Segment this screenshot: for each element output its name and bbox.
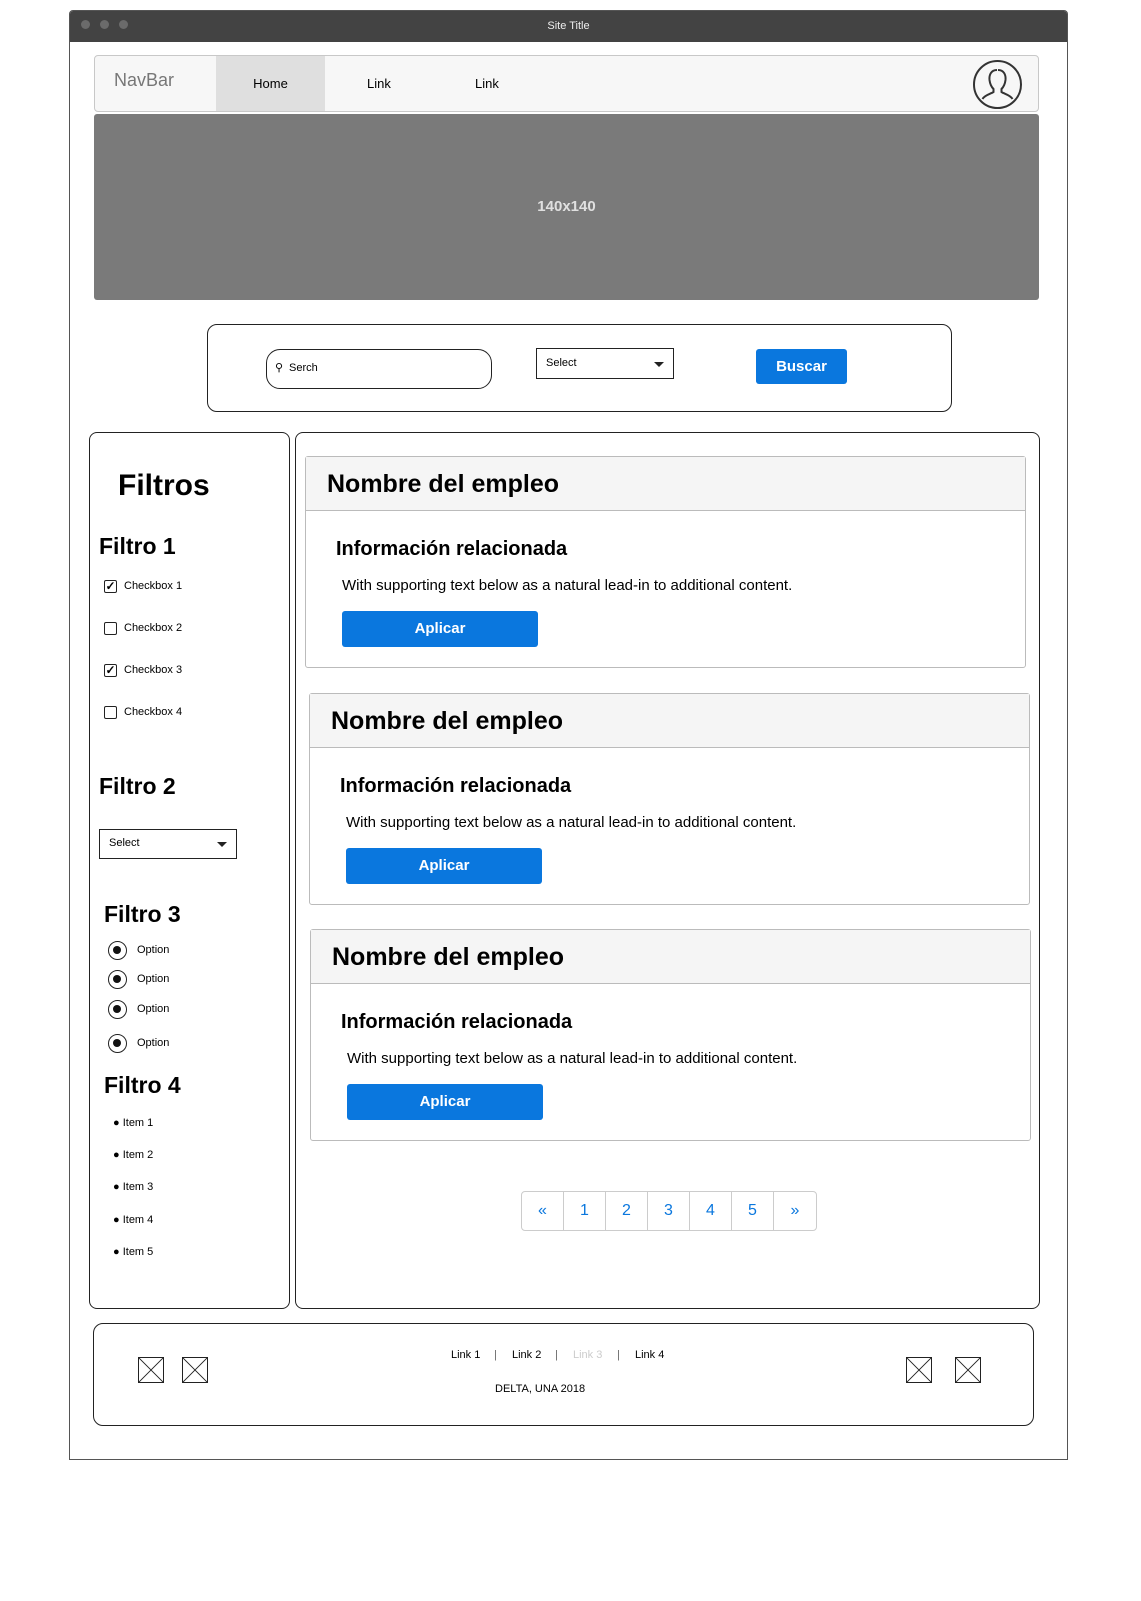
pagination: « 1 2 3 4 5 » (521, 1191, 817, 1231)
job-subtitle: Información relacionada (341, 1011, 573, 1033)
page-1[interactable]: 1 (564, 1192, 606, 1230)
nav-link-1[interactable]: Link (367, 56, 391, 111)
nav-home[interactable]: Home (216, 56, 325, 111)
browser-window: Site Title NavBar Home Link Link 140x140… (69, 10, 1068, 1460)
maximize-window-dot[interactable] (119, 20, 128, 29)
checkbox-unchecked-icon (104, 622, 117, 635)
search-panel: ⚲ Serch Select Buscar (207, 324, 952, 412)
checkbox-label: Checkbox 2 (124, 622, 183, 634)
footer-link-3-disabled: Link 3 (573, 1349, 603, 1361)
aplicar-button[interactable]: Aplicar (346, 848, 542, 884)
search-select[interactable]: Select (536, 348, 674, 379)
radio-label: Option (137, 1003, 170, 1015)
search-input[interactable]: ⚲ Serch (266, 349, 492, 389)
footer-link-4[interactable]: Link 4 (635, 1349, 664, 1361)
list-item: ● Item 5 (113, 1246, 154, 1258)
page-2[interactable]: 2 (606, 1192, 648, 1230)
checkbox-label: Checkbox 1 (124, 580, 183, 592)
job-subtitle: Información relacionada (340, 775, 572, 797)
job-title: Nombre del empleo (310, 694, 1029, 748)
image-placeholder-icon (906, 1357, 932, 1383)
job-list-panel: Nombre del empleo Información relacionad… (295, 432, 1040, 1309)
job-text: With supporting text below as a natural … (347, 1050, 798, 1067)
minimize-window-dot[interactable] (100, 20, 109, 29)
hero-label: 140x140 (537, 198, 596, 215)
list-item: ● Item 3 (113, 1181, 154, 1193)
checkbox-label: Checkbox 3 (124, 664, 183, 676)
radio-label: Option (137, 1037, 170, 1049)
checkbox-label: Checkbox 4 (124, 706, 183, 718)
close-window-dot[interactable] (81, 20, 90, 29)
page-prev[interactable]: « (522, 1192, 564, 1230)
list-item: ● Item 4 (113, 1214, 154, 1226)
image-placeholder-icon (138, 1357, 164, 1383)
list-item: ● Item 2 (113, 1149, 154, 1161)
job-card: Nombre del empleo Información relacionad… (305, 456, 1026, 668)
checkbox-checked-icon: ✓ (104, 579, 117, 593)
filtro3-title: Filtro 3 (104, 901, 181, 927)
checkbox-unchecked-icon (104, 706, 117, 719)
footer-link-1[interactable]: Link 1 (451, 1349, 480, 1361)
image-placeholder-icon (955, 1357, 981, 1383)
navbar-brand[interactable]: NavBar (114, 70, 174, 91)
radio-selected-icon (108, 970, 127, 989)
aplicar-button[interactable]: Aplicar (347, 1084, 543, 1120)
checkbox-checked-icon: ✓ (104, 663, 117, 677)
search-placeholder: Serch (289, 362, 318, 374)
filtro4-title: Filtro 4 (104, 1072, 181, 1098)
filtro2-select-value: Select (109, 837, 140, 849)
page-3[interactable]: 3 (648, 1192, 690, 1230)
filtro2-select[interactable]: Select (99, 829, 237, 859)
footer: Link 1 | Link 2 | Link 3 | Link 4 DELTA,… (93, 1323, 1034, 1426)
title-bar: Site Title (70, 11, 1067, 42)
footer-copyright: DELTA, UNA 2018 (495, 1383, 586, 1395)
job-card: Nombre del empleo Información relacionad… (309, 693, 1030, 905)
radio-selected-icon (108, 1034, 127, 1053)
filtro1-title: Filtro 1 (99, 533, 176, 559)
filters-sidebar: Filtros Filtro 1 ✓ Checkbox 1 Checkbox 2 … (89, 432, 290, 1309)
job-title: Nombre del empleo (306, 457, 1025, 511)
footer-separator: | (617, 1349, 620, 1361)
job-subtitle: Información relacionada (336, 538, 568, 560)
job-title: Nombre del empleo (311, 930, 1030, 984)
nav-link-2[interactable]: Link (475, 56, 499, 111)
hero-image-placeholder: 140x140 (94, 114, 1039, 300)
navbar: NavBar Home Link Link (94, 55, 1039, 112)
radio-label: Option (137, 973, 170, 985)
page-4[interactable]: 4 (690, 1192, 732, 1230)
footer-separator: | (494, 1349, 497, 1361)
aplicar-button[interactable]: Aplicar (342, 611, 538, 647)
page-5[interactable]: 5 (732, 1192, 774, 1230)
radio-label: Option (137, 944, 170, 956)
filters-title: Filtros (118, 469, 210, 502)
footer-link-2[interactable]: Link 2 (512, 1349, 541, 1361)
filtro2-title: Filtro 2 (99, 773, 176, 799)
list-item: ● Item 1 (113, 1117, 154, 1129)
search-select-value: Select (546, 357, 577, 369)
user-avatar-icon[interactable] (973, 60, 1022, 109)
job-card: Nombre del empleo Información relacionad… (310, 929, 1031, 1141)
page-next[interactable]: » (774, 1192, 816, 1230)
radio-selected-icon (108, 941, 127, 960)
footer-separator: | (555, 1349, 558, 1361)
radio-selected-icon (108, 1000, 127, 1019)
job-text: With supporting text below as a natural … (346, 814, 797, 831)
image-placeholder-icon (182, 1357, 208, 1383)
site-title: Site Title (547, 20, 590, 32)
buscar-button[interactable]: Buscar (756, 349, 847, 384)
chevron-down-icon (217, 842, 227, 847)
job-text: With supporting text below as a natural … (342, 577, 793, 594)
search-icon: ⚲ (275, 362, 284, 374)
chevron-down-icon (654, 361, 664, 367)
